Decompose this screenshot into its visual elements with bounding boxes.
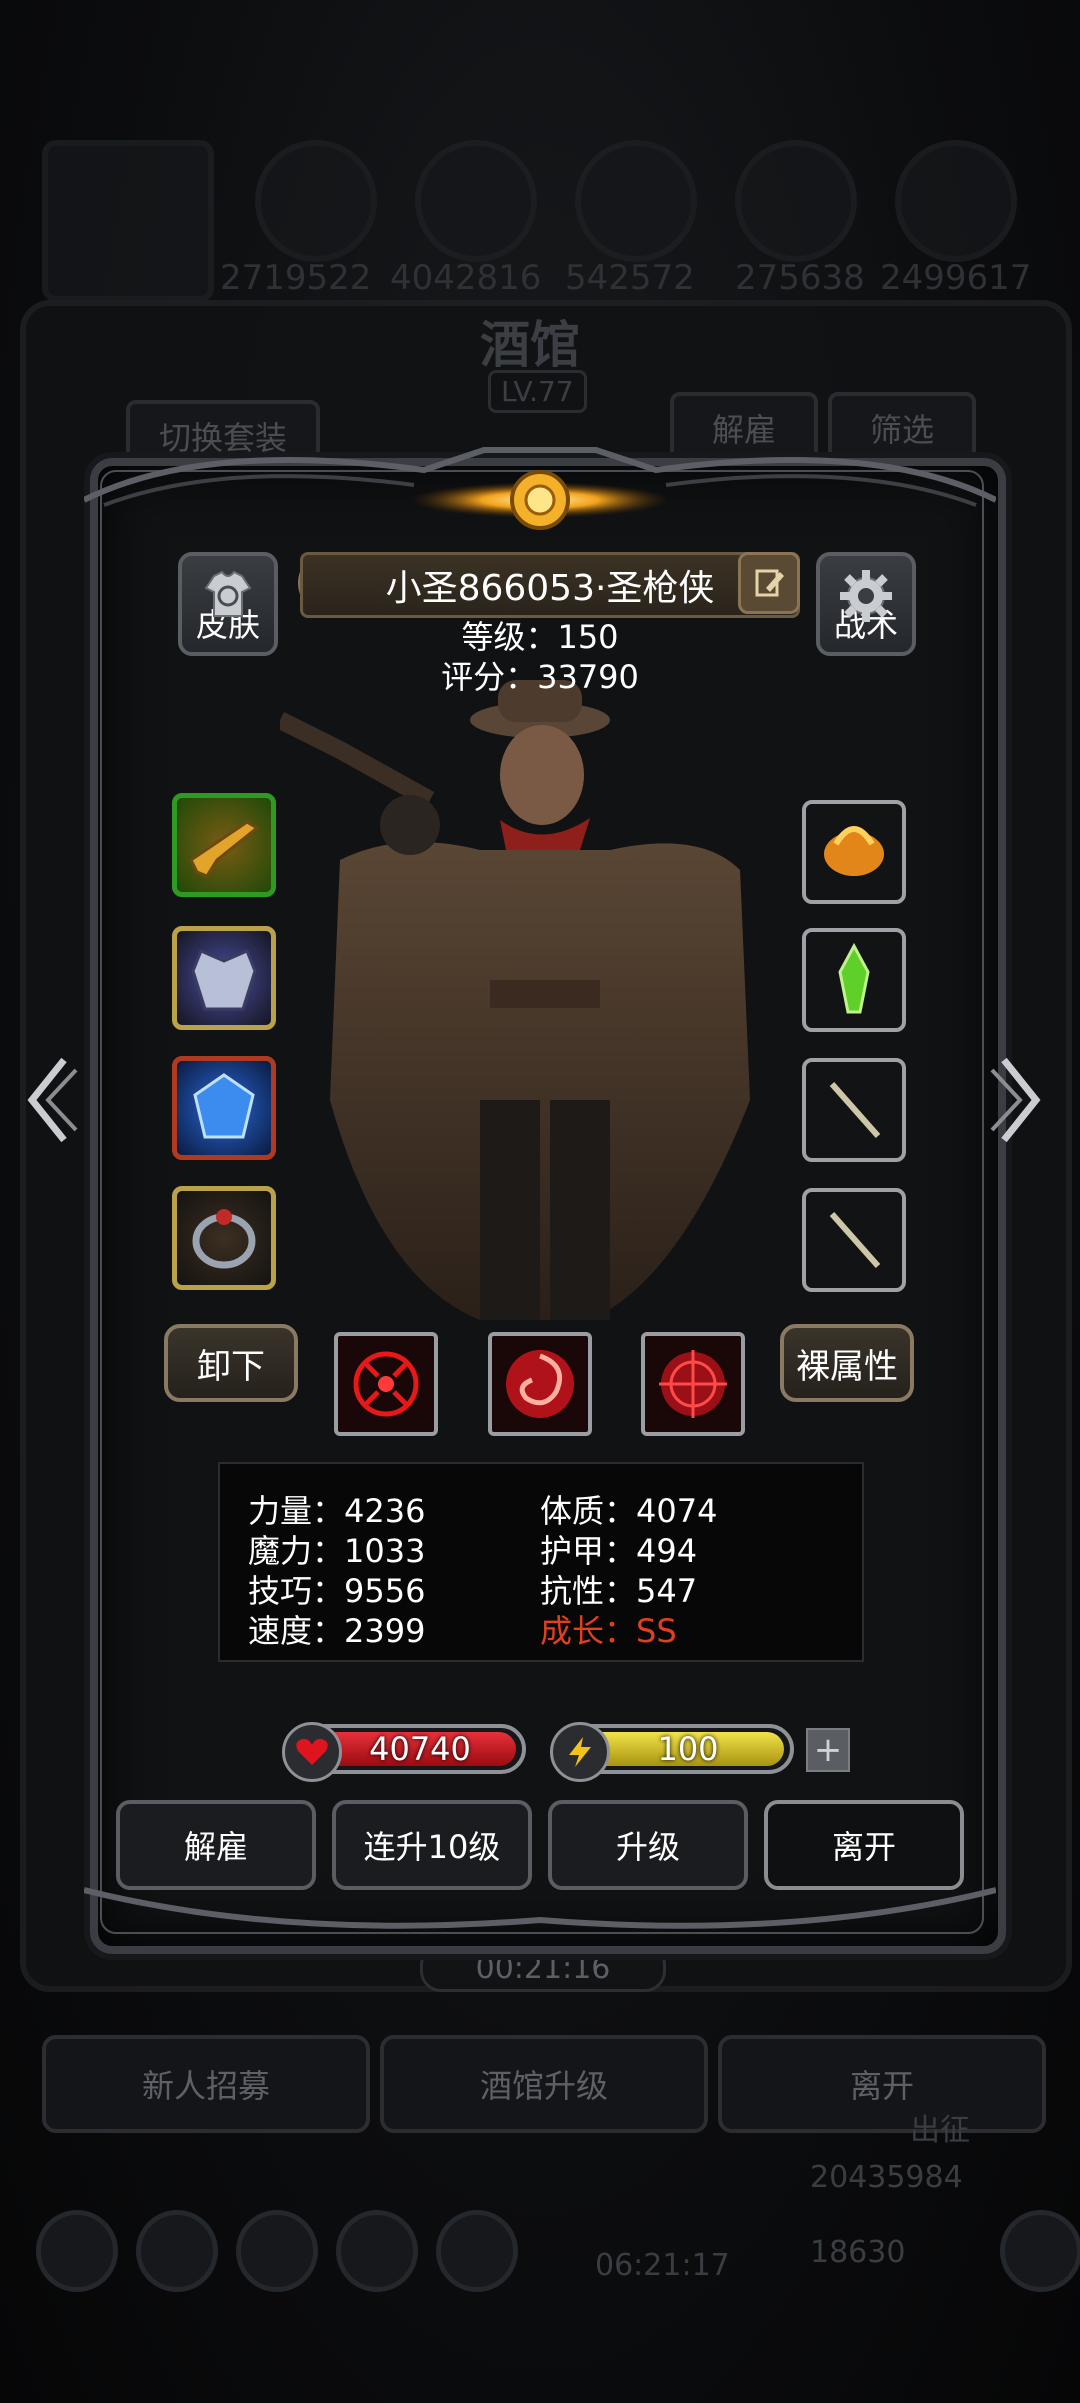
upgrade-button[interactable]: 升级: [548, 1800, 748, 1890]
equip-gem-slot[interactable]: [172, 1056, 276, 1160]
blue-gem-icon: [193, 1073, 255, 1139]
dismiss-button[interactable]: 解雇: [116, 1800, 316, 1890]
bg-resource-icon: [575, 140, 697, 262]
edit-icon: [755, 569, 784, 597]
bg-leave-button: 离开: [718, 2035, 1046, 2133]
equip-weapon-slot[interactable]: [172, 793, 276, 897]
recruit-button: 新人招募: [42, 2035, 370, 2133]
stat-speed: 速度：2399: [248, 1612, 426, 1650]
bg-bottom-timer: 06:21:17: [595, 2248, 730, 2283]
equip-bone-slot[interactable]: [802, 1188, 906, 1292]
swirl-skill-icon: [506, 1350, 574, 1418]
add-energy-button[interactable]: +: [806, 1728, 850, 1772]
skill-slot-2[interactable]: [488, 1332, 592, 1436]
hero-name-plate: 小圣866053·圣枪侠: [300, 552, 800, 618]
bg-number: 2499617: [880, 258, 1032, 298]
equip-bone-slot[interactable]: [802, 1058, 906, 1162]
bg-resource-icon: [735, 140, 857, 262]
bg-resource-icon: [895, 140, 1017, 262]
bg-tavern-level: LV.77: [488, 370, 587, 413]
bg-menu-icon: [436, 2210, 518, 2292]
bg-resource-icon: [415, 140, 537, 262]
fire-orb-icon: [824, 826, 884, 876]
level-up-10-button[interactable]: 连升10级: [332, 1800, 532, 1890]
bg-add-icon: [1000, 2210, 1080, 2292]
previous-hero-button[interactable]: [18, 1050, 78, 1150]
dialog-bottom-ornament: [84, 1887, 996, 1929]
bg-menu-icon: [36, 2210, 118, 2292]
hp-value: 40740: [369, 1730, 471, 1768]
next-hero-button[interactable]: [990, 1050, 1050, 1150]
hero-score: 评分：33790: [441, 658, 639, 696]
leave-button[interactable]: 离开: [764, 1800, 964, 1890]
bg-tavern-title: 酒馆: [480, 315, 580, 374]
skill-slot-1[interactable]: [334, 1332, 438, 1436]
hero-name: 小圣866053·圣枪侠: [385, 568, 715, 609]
green-crystal-icon: [838, 942, 870, 1014]
bg-expedition-label: 出征: [910, 2113, 970, 2148]
plus-icon: +: [813, 1730, 843, 1770]
armor-icon: [191, 949, 257, 1011]
bone-icon: [829, 1212, 881, 1268]
bg-menu-icon: [236, 2210, 318, 2292]
skill-slot-3[interactable]: [641, 1332, 745, 1436]
energy-bar: 100: [550, 1722, 794, 1782]
upgrade-tavern-button: 酒馆升级: [380, 2035, 708, 2133]
bg-number: 275638: [735, 258, 865, 298]
bg-number: 2719522: [220, 258, 372, 298]
unequip-button[interactable]: 卸下: [164, 1324, 298, 1402]
equip-potion-slot[interactable]: [802, 928, 906, 1032]
equip-armor-slot[interactable]: [172, 926, 276, 1030]
bg-gold: 20435984: [810, 2160, 963, 2195]
equip-ring-slot[interactable]: [172, 1186, 276, 1290]
sun-emblem-icon: [410, 470, 670, 530]
bg-number: 542572: [565, 258, 695, 298]
equip-relic-slot[interactable]: [802, 800, 906, 904]
bg-gems: 18630: [810, 2235, 906, 2270]
rename-button[interactable]: [738, 552, 800, 614]
golden-gun-icon: [189, 820, 260, 878]
target-skill-icon: [659, 1350, 727, 1418]
bg-menu-icon: [136, 2210, 218, 2292]
stat-growth: 成长：SS: [540, 1612, 677, 1650]
ring-icon: [192, 1209, 256, 1269]
hero-portrait: [280, 680, 750, 1320]
bg-resource-icon: [255, 140, 377, 262]
bg-number: 4042816: [390, 258, 542, 298]
bone-icon: [829, 1082, 881, 1138]
energy-value: 100: [657, 1730, 719, 1768]
crosshair-skill-icon: [353, 1351, 419, 1417]
hp-bar: 40740: [282, 1722, 526, 1782]
bg-menu-icon: [336, 2210, 418, 2292]
base-attributes-button[interactable]: 裸属性: [780, 1324, 914, 1402]
bg-hero-slot: [42, 140, 214, 302]
